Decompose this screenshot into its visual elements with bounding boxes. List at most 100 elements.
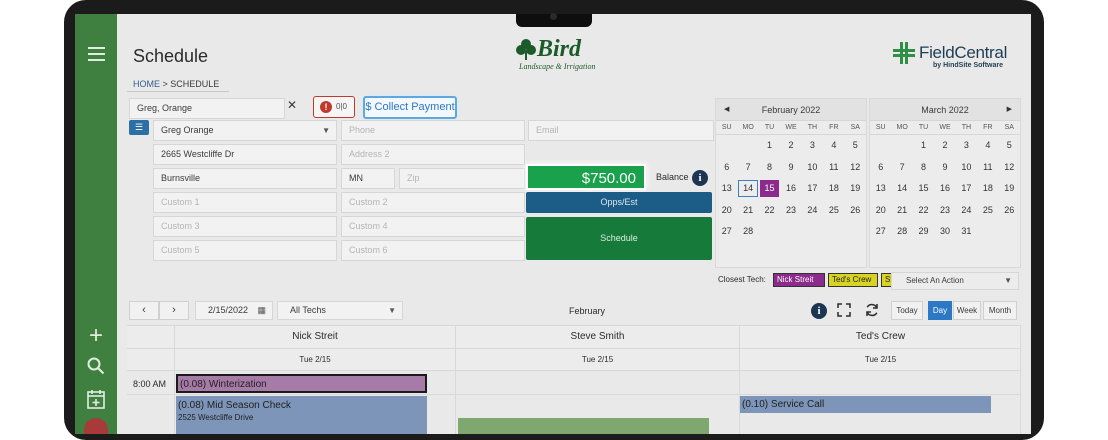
calendar-day[interactable]: 23 xyxy=(934,200,955,222)
calendar-day[interactable]: 12 xyxy=(845,157,866,179)
custom3-field[interactable]: Custom 3 xyxy=(153,216,337,237)
custom1-field[interactable]: Custom 1 xyxy=(153,192,337,213)
calendar-day[interactable]: 14 xyxy=(738,180,758,197)
clear-customer-icon[interactable]: ✕ xyxy=(287,98,297,112)
custom5-field[interactable]: Custom 5 xyxy=(153,240,337,261)
email-field[interactable]: Email xyxy=(528,120,714,141)
calendar-day[interactable]: 26 xyxy=(845,200,866,222)
scheduler-info-icon[interactable]: i xyxy=(811,303,827,319)
calendar-day[interactable]: 7 xyxy=(737,157,758,179)
calendar-day[interactable]: 20 xyxy=(870,200,891,222)
alert-badge[interactable]: ! 0|0 xyxy=(313,96,355,118)
calendar-day[interactable]: 12 xyxy=(999,157,1020,179)
calendar-day[interactable]: 5 xyxy=(999,135,1020,157)
calendar-day[interactable]: 17 xyxy=(802,178,823,200)
contact-select[interactable]: Greg Orange ▼ xyxy=(153,120,337,141)
calendar-day[interactable]: 25 xyxy=(823,200,844,222)
calendar-day[interactable]: 11 xyxy=(977,157,998,179)
calendar-icon[interactable]: ▦ xyxy=(257,302,266,319)
calendar-day[interactable]: 8 xyxy=(913,157,934,179)
next-month-icon[interactable]: ▶ xyxy=(1007,99,1012,121)
calendar-day[interactable]: 1 xyxy=(913,135,934,157)
calendar-day[interactable]: 15 xyxy=(759,180,780,197)
calendar-day[interactable]: 16 xyxy=(934,178,955,200)
next-day-button[interactable]: › xyxy=(159,301,189,320)
calendar-day[interactable]: 9 xyxy=(934,157,955,179)
add-icon[interactable]: + xyxy=(86,324,106,348)
calendar-day[interactable]: 31 xyxy=(956,221,977,243)
calendar-day[interactable]: 17 xyxy=(956,178,977,200)
contact-card-icon[interactable]: ☰ xyxy=(129,120,149,135)
address1-field[interactable]: 2665 Westcliffe Dr xyxy=(153,144,337,165)
calendar-day[interactable]: 13 xyxy=(870,178,891,200)
closest-tech-badge[interactable]: Nick Streit xyxy=(773,273,825,287)
menu-icon[interactable] xyxy=(88,47,105,61)
closest-tech-badge[interactable]: Ted's Crew xyxy=(828,273,878,287)
calendar-day[interactable]: 27 xyxy=(870,221,891,243)
calendar-day[interactable]: 23 xyxy=(780,200,801,222)
calendar-day[interactable]: 2 xyxy=(780,135,801,157)
calendar-day[interactable]: 30 xyxy=(934,221,955,243)
event-winterization[interactable]: (0.08) Winterization xyxy=(176,374,427,393)
address2-field[interactable]: Address 2 xyxy=(341,144,525,165)
calendar-day[interactable]: 1 xyxy=(759,135,780,157)
event-mid-season-check[interactable]: (0.08) Mid Season Check 2525 Westcliffe … xyxy=(176,396,427,434)
zip-field[interactable]: Zip xyxy=(399,168,525,189)
calendar-day[interactable]: 20 xyxy=(716,200,737,222)
calendar-add-icon[interactable] xyxy=(86,389,106,413)
calendar-day[interactable]: 3 xyxy=(802,135,823,157)
calendar-day[interactable]: 22 xyxy=(913,200,934,222)
calendar-day[interactable]: 13 xyxy=(716,178,737,200)
notification-icon[interactable] xyxy=(84,418,108,434)
calendar-day[interactable]: 24 xyxy=(802,200,823,222)
calendar-day[interactable]: 4 xyxy=(977,135,998,157)
refresh-icon[interactable] xyxy=(865,303,879,317)
event-service-call[interactable]: (0.10) Service Call xyxy=(740,396,991,413)
calendar-day[interactable]: 8 xyxy=(759,157,780,179)
collect-payment-button[interactable]: $ Collect Payment xyxy=(363,96,457,119)
date-picker-input[interactable]: 2/15/2022 ▦ xyxy=(195,301,273,320)
calendar-day[interactable]: 4 xyxy=(823,135,844,157)
calendar-day[interactable]: 7 xyxy=(891,157,912,179)
calendar-day[interactable]: 14 xyxy=(891,178,912,200)
breadcrumb-home[interactable]: HOME xyxy=(133,79,160,89)
calendar-day[interactable]: 21 xyxy=(891,200,912,222)
prev-day-button[interactable]: ‹ xyxy=(129,301,159,320)
calendar-day[interactable]: 27 xyxy=(716,221,737,243)
tech-filter-select[interactable]: All Techs ▼ xyxy=(277,301,403,320)
today-button[interactable]: Today xyxy=(891,301,923,320)
calendar-day[interactable]: 11 xyxy=(823,157,844,179)
calendar-day[interactable]: 28 xyxy=(891,221,912,243)
custom6-field[interactable]: Custom 6 xyxy=(341,240,525,261)
state-field[interactable]: MN xyxy=(341,168,395,189)
customer-search-input[interactable]: Greg, Orange xyxy=(129,98,285,119)
schedule-button[interactable]: Schedule xyxy=(526,217,712,260)
calendar-day[interactable]: 18 xyxy=(977,178,998,200)
calendar-day[interactable]: 21 xyxy=(737,200,758,222)
calendar-day[interactable]: 2 xyxy=(934,135,955,157)
calendar-day[interactable]: 9 xyxy=(780,157,801,179)
calendar-day[interactable]: 19 xyxy=(845,178,866,200)
calendar-day[interactable]: 29 xyxy=(913,221,934,243)
view-day-button[interactable]: Day xyxy=(928,301,952,320)
event-block[interactable] xyxy=(458,418,709,434)
view-week-button[interactable]: Week xyxy=(953,301,981,320)
calendar-day[interactable]: 19 xyxy=(999,178,1020,200)
calendar-day[interactable]: 10 xyxy=(956,157,977,179)
balance-info-icon[interactable]: i xyxy=(692,170,708,186)
action-select[interactable]: Select An Action ▼ xyxy=(891,272,1019,290)
search-icon[interactable] xyxy=(86,357,106,379)
city-field[interactable]: Burnsville xyxy=(153,168,337,189)
phone-field[interactable]: Phone xyxy=(341,120,525,141)
prev-month-icon[interactable]: ◀ xyxy=(724,99,729,121)
calendar-day[interactable]: 24 xyxy=(956,200,977,222)
calendar-day[interactable]: 26 xyxy=(999,200,1020,222)
calendar-day[interactable]: 6 xyxy=(716,157,737,179)
calendar-day[interactable]: 22 xyxy=(759,200,780,222)
calendar-day[interactable]: 6 xyxy=(870,157,891,179)
calendar-day[interactable]: 3 xyxy=(956,135,977,157)
opps-est-button[interactable]: Opps/Est xyxy=(526,192,712,213)
calendar-day[interactable]: 28 xyxy=(737,221,758,243)
calendar-day[interactable]: 25 xyxy=(977,200,998,222)
calendar-day[interactable]: 5 xyxy=(845,135,866,157)
